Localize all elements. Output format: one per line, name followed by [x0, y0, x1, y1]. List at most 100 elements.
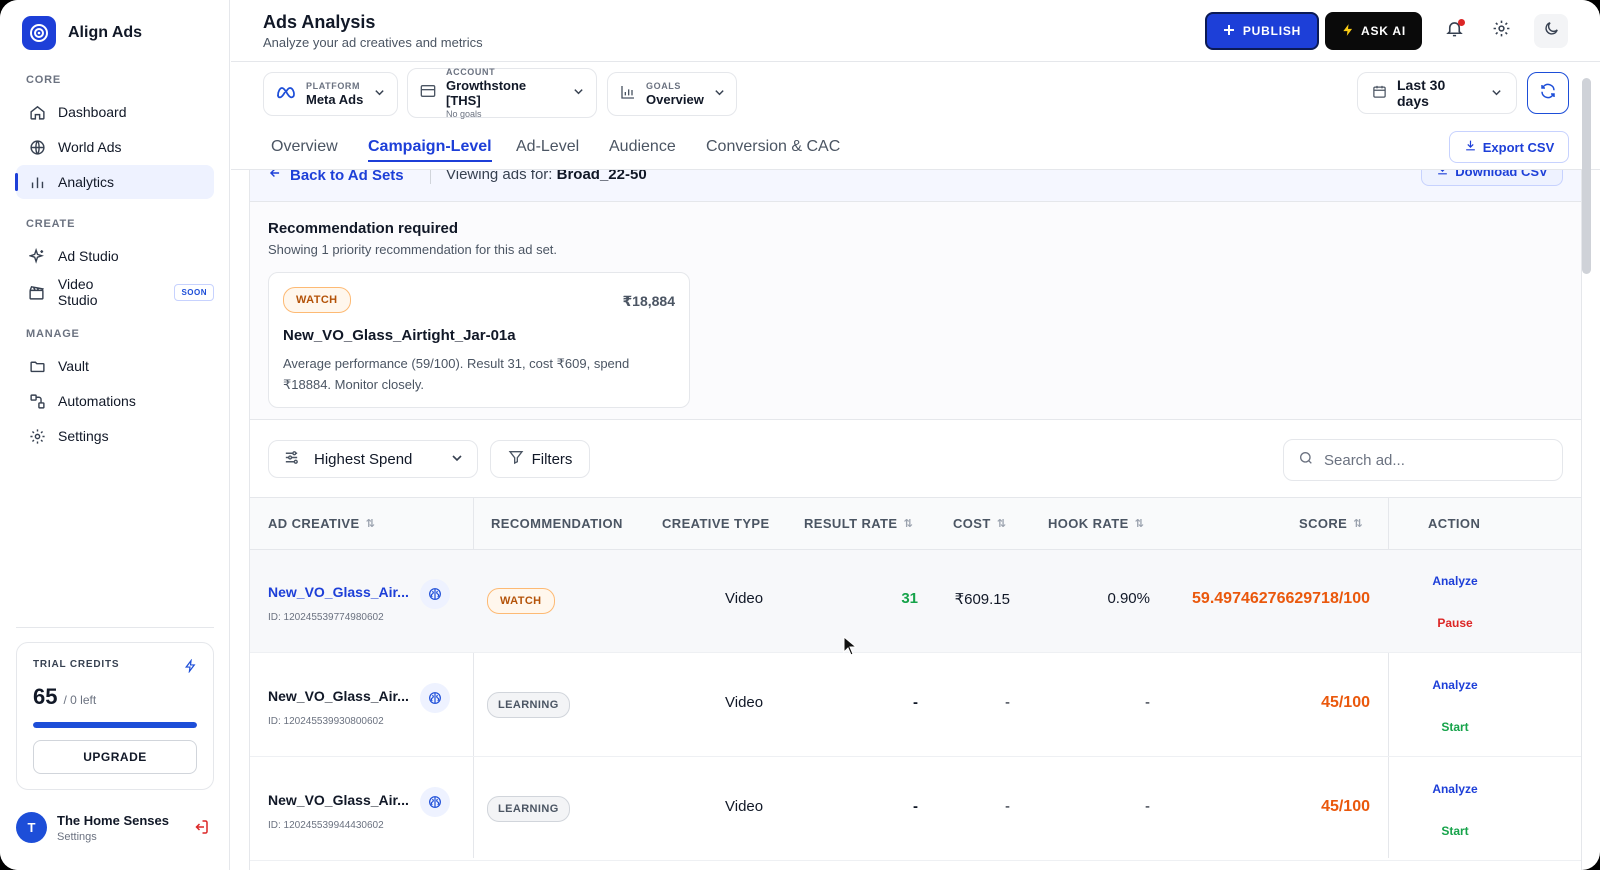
- publish-button[interactable]: PUBLISH: [1205, 12, 1319, 50]
- brain-icon[interactable]: [420, 787, 450, 817]
- sidebar-item-video-studio[interactable]: Video Studio SOON: [16, 275, 214, 309]
- start-button[interactable]: Start: [1415, 824, 1495, 838]
- notifications-button[interactable]: [1437, 14, 1471, 48]
- sidebar-item-automations[interactable]: Automations: [16, 384, 214, 418]
- scrollbar-thumb[interactable]: [1582, 78, 1591, 274]
- table-header: AD CREATIVE ⇅ RECOMMENDATION CREATIVE TYP…: [250, 498, 1581, 550]
- sidebar-item-ad-studio[interactable]: Ad Studio: [16, 239, 214, 273]
- watch-badge: WATCH: [283, 287, 351, 313]
- sidebar-item-dashboard[interactable]: Dashboard: [16, 95, 214, 129]
- sidebar-item-analytics[interactable]: Analytics: [15, 165, 214, 199]
- refresh-button[interactable]: [1527, 72, 1569, 114]
- tab-overview[interactable]: Overview: [271, 138, 338, 156]
- recommendation-description: Average performance (59/100). Result 31,…: [283, 356, 630, 392]
- column-header-creative-type: CREATIVE TYPE: [662, 516, 770, 531]
- ask-ai-label: ASK AI: [1360, 24, 1407, 38]
- sidebar: Align Ads CORE Dashboard World Ads Analy…: [0, 0, 230, 870]
- filter-icon: [508, 449, 524, 469]
- sliders-icon: [283, 449, 300, 470]
- date-range-select[interactable]: Last 30 days: [1357, 72, 1517, 114]
- separator: [430, 170, 431, 184]
- brand-name: Align Ads: [68, 24, 143, 41]
- user-settings-link[interactable]: Settings: [57, 831, 169, 843]
- sidebar-item-settings[interactable]: Settings: [16, 419, 214, 453]
- column-header-ad-creative[interactable]: AD CREATIVE ⇅: [268, 516, 375, 531]
- account-select[interactable]: ACCOUNT Growthstone [THS] No goals: [407, 67, 597, 119]
- page-scrollbar[interactable]: [1580, 70, 1592, 870]
- sidebar-item-label: Vault: [58, 358, 89, 374]
- score: 59.49746276629718/100: [1192, 590, 1370, 607]
- theme-toggle-button[interactable]: [1534, 14, 1568, 48]
- brain-icon[interactable]: [420, 579, 450, 609]
- section-label-core: CORE: [26, 74, 61, 86]
- bar-chart-icon: [620, 84, 636, 105]
- tab-conversion-cac[interactable]: Conversion & CAC: [706, 138, 840, 156]
- ad-id: ID: 120245539774980602: [268, 612, 384, 623]
- brain-icon[interactable]: [420, 683, 450, 713]
- cost: -: [1005, 694, 1010, 711]
- back-to-ad-sets-link[interactable]: Back to Ad Sets: [268, 170, 404, 184]
- recommendation-subtitle: Showing 1 priority recommendation for th…: [268, 242, 558, 257]
- sidebar-item-world-ads[interactable]: World Ads: [16, 130, 214, 164]
- recommendation-badge: LEARNING: [487, 796, 570, 822]
- sidebar-item-vault[interactable]: Vault: [16, 349, 214, 383]
- plus-icon: [1223, 24, 1235, 39]
- sort-select[interactable]: Highest Spend: [268, 440, 478, 478]
- filters-button[interactable]: Filters: [490, 440, 590, 478]
- table-row: New_VO_Glass_Air... ID: 1202455397749806…: [250, 550, 1581, 653]
- column-header-cost[interactable]: COST ⇅: [953, 516, 1006, 531]
- download-icon: [1436, 170, 1449, 179]
- sidebar-item-label: Dashboard: [58, 104, 127, 120]
- column-header-score[interactable]: SCORE ⇅: [1299, 516, 1363, 531]
- tab-ad-level[interactable]: Ad-Level: [516, 138, 579, 156]
- tab-campaign-level[interactable]: Campaign-Level: [368, 138, 492, 162]
- upgrade-button[interactable]: UPGRADE: [33, 740, 197, 774]
- calendar-icon: [1372, 84, 1387, 102]
- column-header-result-rate[interactable]: RESULT RATE ⇅: [804, 516, 913, 531]
- credits-progress-fill: [33, 722, 197, 728]
- creative-type: Video: [725, 590, 764, 607]
- recommendation-ad-name: New_VO_Glass_Airtight_Jar-01a: [283, 327, 516, 344]
- app-window: Align Ads CORE Dashboard World Ads Analy…: [0, 0, 1600, 870]
- target-logo-icon: [22, 16, 56, 50]
- user-profile[interactable]: T The Home Senses Settings: [16, 812, 214, 843]
- platform-select[interactable]: PLATFORM Meta Ads: [263, 72, 398, 116]
- export-csv-button[interactable]: Export CSV: [1449, 131, 1569, 163]
- ad-id: ID: 120245539930800602: [268, 716, 384, 727]
- analyze-button[interactable]: Analyze: [1415, 574, 1495, 588]
- sidebar-item-label: Automations: [58, 393, 136, 409]
- avatar: T: [16, 812, 47, 843]
- analyze-button[interactable]: Analyze: [1415, 678, 1495, 692]
- recommendation-spend: ₹18,884: [622, 293, 675, 309]
- analyze-button[interactable]: Analyze: [1415, 782, 1495, 796]
- ad-creative-link[interactable]: New_VO_Glass_Air...: [268, 584, 409, 600]
- tab-audience[interactable]: Audience: [609, 138, 676, 156]
- chevron-down-icon: [573, 84, 584, 102]
- start-button[interactable]: Start: [1415, 720, 1495, 734]
- bolt-icon: [184, 658, 197, 678]
- logout-icon[interactable]: [192, 818, 210, 841]
- ask-ai-button[interactable]: ASK AI: [1325, 12, 1422, 50]
- column-header-hook-rate[interactable]: HOOK RATE ⇅: [1048, 516, 1144, 531]
- sort-arrows-icon: ⇅: [1134, 518, 1145, 530]
- user-name: The Home Senses: [57, 812, 169, 828]
- arrow-left-icon: [268, 170, 282, 184]
- recommendation-badge: LEARNING: [487, 692, 570, 718]
- goals-select[interactable]: GOALS Overview: [607, 72, 737, 116]
- ad-creative-link[interactable]: New_VO_Glass_Air...: [268, 688, 409, 704]
- platform-value: Meta Ads: [306, 92, 364, 107]
- recommendation-card[interactable]: WATCH ₹18,884 New_VO_Glass_Airtight_Jar-…: [268, 272, 690, 408]
- brand[interactable]: Align Ads: [22, 16, 142, 50]
- ad-creative-link[interactable]: New_VO_Glass_Air...: [268, 792, 409, 808]
- download-csv-button[interactable]: Download CSV: [1421, 170, 1563, 186]
- search-input[interactable]: [1324, 451, 1544, 469]
- sidebar-item-label: Analytics: [58, 174, 115, 190]
- viewing-ad-set-name: Broad_22-50: [556, 170, 647, 183]
- pause-button[interactable]: Pause: [1415, 616, 1495, 630]
- credits-value: 65: [33, 684, 58, 709]
- globe-icon: [28, 138, 46, 156]
- page-title: Ads Analysis: [263, 12, 376, 32]
- credits-remaining: / 0 left: [63, 693, 97, 707]
- creative-type: Video: [725, 798, 764, 815]
- settings-button[interactable]: [1484, 14, 1518, 48]
